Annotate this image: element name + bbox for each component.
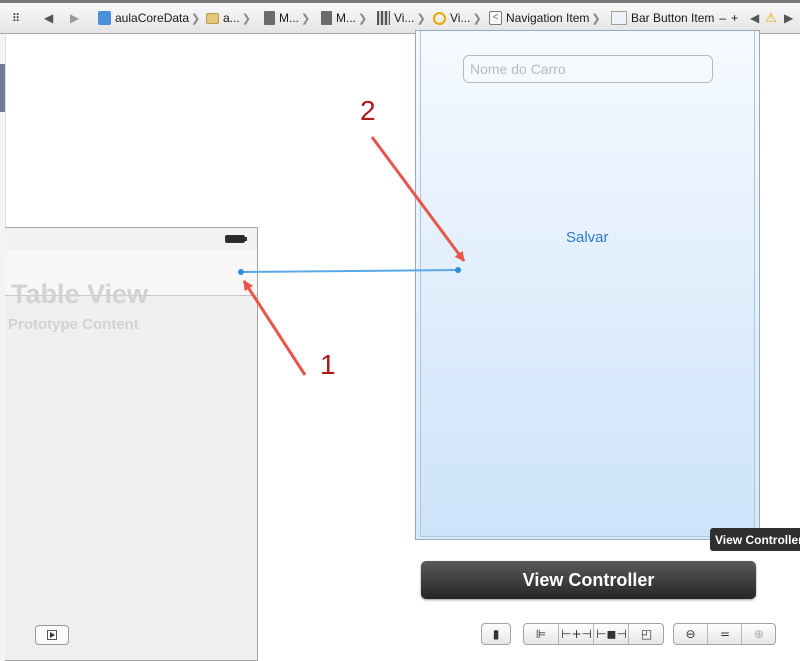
arrow-2 bbox=[370, 136, 466, 262]
embed-icon[interactable]: ◰ bbox=[628, 624, 664, 644]
actual-size-icon[interactable]: = bbox=[707, 624, 742, 644]
auto-layout-buttons[interactable]: ⊫ ⊢+⊣ ⊢◼⊣ ◰ bbox=[523, 623, 664, 645]
connection-end-dot bbox=[455, 267, 461, 273]
zoom-buttons[interactable]: ⊖ = ⊕ bbox=[673, 623, 776, 645]
arrow-1-label: 1 bbox=[320, 349, 336, 380]
pin-icon[interactable]: ⊢+⊣ bbox=[558, 624, 594, 644]
resolve-icon[interactable]: ⊢◼⊣ bbox=[593, 624, 629, 644]
zoom-in-icon[interactable]: ⊕ bbox=[741, 624, 776, 644]
arrow-2-label: 2 bbox=[360, 95, 376, 126]
arrow-1 bbox=[242, 280, 307, 376]
resize-icon: ▮ bbox=[492, 627, 500, 641]
align-icon[interactable]: ⊫ bbox=[524, 624, 558, 644]
zoom-out-icon[interactable]: ⊖ bbox=[674, 624, 707, 644]
connection-start-dot bbox=[238, 269, 244, 275]
resize-button[interactable]: ▮ bbox=[481, 623, 511, 645]
connection-line bbox=[240, 269, 459, 273]
annotation-overlay: 1 2 bbox=[238, 95, 466, 380]
